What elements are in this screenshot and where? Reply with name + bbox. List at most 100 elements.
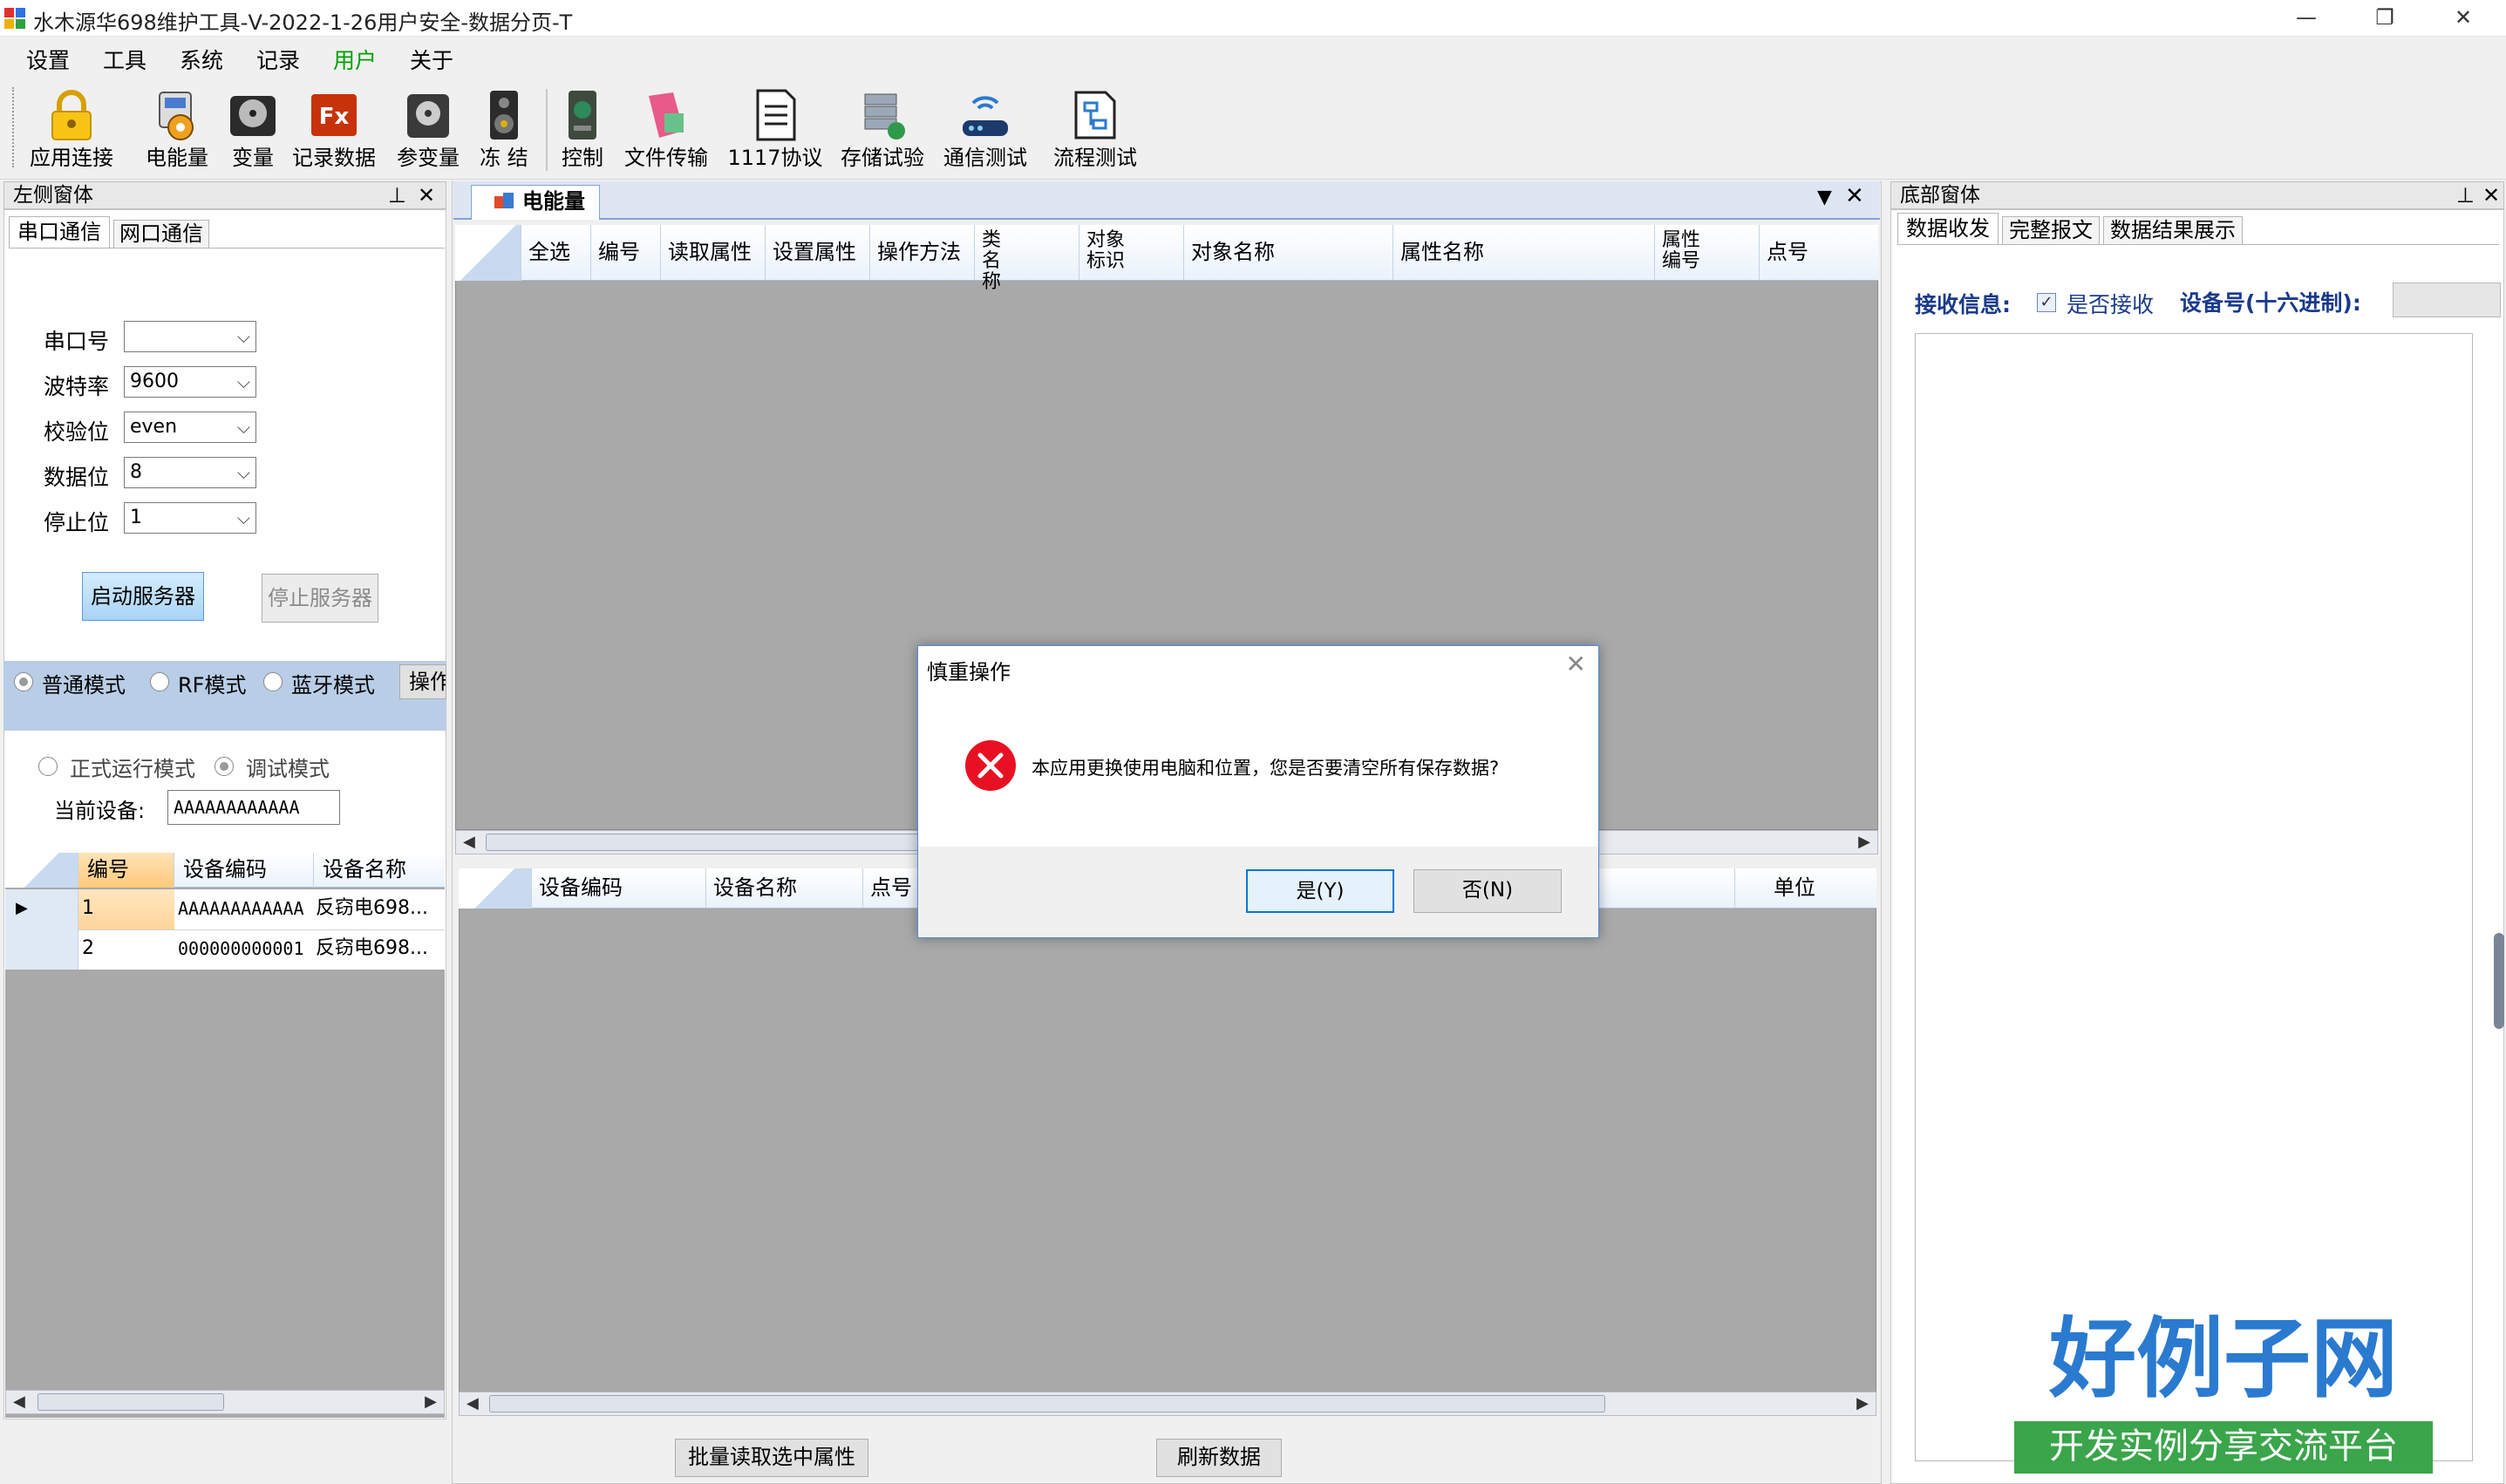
tab-result-display[interactable]: 数据结果展示 — [2103, 216, 2243, 244]
scroll-right-icon[interactable]: ▶ — [425, 1391, 437, 1413]
toolbar-record-data[interactable]: Fx 记录数据 — [288, 84, 380, 176]
normal-mode-label: 普通模式 — [42, 673, 126, 698]
radio-production-mode[interactable] — [38, 757, 58, 776]
tab-dropdown-icon[interactable]: ▼ — [1817, 187, 1832, 208]
col-device-code[interactable]: 设备编码 — [532, 868, 706, 908]
col-point-no[interactable]: 点号 — [1760, 225, 1878, 280]
col-object-id[interactable]: 对象标识 — [1079, 225, 1184, 280]
toolbar-param-variable[interactable]: 参变量 — [389, 84, 467, 176]
operate-button[interactable]: 操作 — [399, 664, 446, 699]
batch-read-button[interactable]: 批量读取选中属性 — [675, 1439, 868, 1477]
toolbar-freeze[interactable]: 冻 结 — [471, 84, 537, 176]
scroll-left-icon[interactable]: ◀ — [463, 831, 475, 854]
current-device-input[interactable]: AAAAAAAAAAAA — [167, 790, 340, 825]
toolbar-label: 通信测试 — [943, 146, 1027, 170]
col-set-attr[interactable]: 设置属性 — [766, 225, 870, 280]
toolbar-label: 参变量 — [397, 146, 460, 170]
receive-checkbox[interactable]: ✓ — [2037, 293, 2056, 312]
point-grid-hscrollbar[interactable]: ◀ ▶ — [459, 1392, 1876, 1416]
pin-icon[interactable]: ⊥ — [2456, 182, 2475, 208]
scroll-thumb[interactable] — [37, 1393, 224, 1411]
col-attr-no[interactable]: 属性编号 — [1655, 225, 1760, 280]
menu-system[interactable]: 系统 — [180, 44, 223, 75]
col-unit[interactable]: 单位 — [1767, 868, 1876, 908]
scroll-left-icon[interactable]: ◀ — [466, 1392, 479, 1415]
restore-icon[interactable]: ❐ — [2354, 0, 2415, 37]
tab-energy[interactable]: 电能量 — [471, 185, 600, 220]
radio-debug-mode[interactable] — [215, 757, 234, 776]
menu-records[interactable]: 记录 — [256, 44, 300, 75]
scroll-right-icon[interactable]: ▶ — [1858, 831, 1870, 854]
fx-icon: Fx — [311, 94, 357, 136]
close-icon[interactable]: ✕ — [2482, 182, 2500, 208]
menu-settings[interactable]: 设置 — [26, 44, 70, 75]
title-bar: 水木源华698维护工具-V-2022-1-26用户安全-数据分页-T — ❐ ✕ — [0, 0, 2506, 37]
toolbar-control[interactable]: 控制 — [549, 84, 616, 176]
menu-user[interactable]: 用户 — [333, 44, 377, 75]
col-attr-name[interactable]: 属性名称 — [1393, 225, 1655, 280]
toolbar-energy[interactable]: 电能量 — [138, 84, 216, 176]
device-hex-label: 设备号(十六进制): — [2180, 290, 2361, 316]
scroll-thumb[interactable] — [489, 1395, 1605, 1413]
toolbar-app-connect[interactable]: 应用连接 — [23, 84, 120, 176]
refresh-button[interactable]: 刷新数据 — [1156, 1439, 1282, 1477]
speaker-icon — [490, 91, 518, 140]
document-tab-strip — [453, 181, 1880, 220]
baud-rate-select[interactable]: 9600 ⌵ — [124, 366, 256, 398]
tab-full-message[interactable]: 完整报文 — [2002, 216, 2100, 244]
col-device-name[interactable]: 设备名称 — [706, 868, 863, 908]
col-object-name[interactable]: 对象名称 — [1184, 225, 1393, 280]
col-select-all[interactable]: 全选 — [521, 225, 591, 280]
tab-data-io[interactable]: 数据收发 — [1897, 213, 1999, 244]
cell-id: 2 — [82, 937, 94, 959]
receive-textarea[interactable] — [1915, 333, 2473, 1461]
close-icon[interactable]: ✕ — [1845, 183, 1864, 209]
tab-serial[interactable]: 串口通信 — [9, 216, 110, 248]
col-id[interactable]: 编号 — [591, 225, 661, 280]
yes-button[interactable]: 是(Y) — [1246, 869, 1394, 913]
radio-bluetooth-mode[interactable] — [263, 672, 283, 691]
parity-select[interactable]: even ⌵ — [124, 412, 256, 443]
col-header-device-name[interactable]: 设备名称 — [314, 853, 445, 888]
scroll-left-icon[interactable]: ◀ — [13, 1391, 25, 1413]
stop-bits-select[interactable]: 1 ⌵ — [124, 502, 256, 534]
stop-server-button[interactable]: 停止服务器 — [262, 574, 378, 623]
splitter-handle[interactable] — [2494, 933, 2504, 1029]
radio-normal-mode[interactable] — [14, 672, 33, 691]
toolbar-protocol-1117[interactable]: 1117协议 — [722, 84, 828, 176]
serial-port-select[interactable]: ⌵ — [124, 321, 256, 352]
toolbar-storage-test[interactable]: 存储试验 — [835, 84, 930, 176]
toolbar-file-transfer[interactable]: 文件传输 — [617, 84, 715, 176]
pin-icon[interactable]: ⊥ — [388, 182, 406, 208]
col-class-name[interactable]: 类名称 — [975, 225, 1079, 293]
tab-network[interactable]: 网口通信 — [113, 220, 209, 248]
select-all-corner[interactable] — [455, 225, 521, 281]
col-header-device-code[interactable]: 设备编码 — [174, 853, 314, 888]
radio-rf-mode[interactable] — [150, 672, 169, 691]
data-bits-label: 数据位 — [44, 465, 110, 490]
col-read-attr[interactable]: 读取属性 — [661, 225, 766, 280]
data-bits-select[interactable]: 8 ⌵ — [124, 457, 256, 488]
col-method[interactable]: 操作方法 — [870, 225, 975, 280]
left-grid-hscrollbar[interactable]: ◀ ▶ — [5, 1390, 445, 1414]
close-icon[interactable]: ✕ — [2433, 0, 2494, 37]
select-all-corner[interactable] — [5, 853, 78, 888]
scroll-right-icon[interactable]: ▶ — [1856, 1392, 1869, 1415]
close-icon[interactable]: ✕ — [1566, 650, 1586, 678]
start-server-button[interactable]: 启动服务器 — [82, 572, 204, 621]
col-header-id[interactable]: 编号 — [78, 853, 174, 888]
no-button[interactable]: 否(N) — [1413, 869, 1562, 913]
toolbar-flow-test[interactable]: 流程测试 — [1046, 84, 1144, 176]
close-icon[interactable]: ✕ — [418, 182, 435, 208]
menu-tools[interactable]: 工具 — [103, 44, 146, 75]
device-hex-input[interactable] — [2393, 283, 2501, 317]
serial-port-label: 串口号 — [44, 329, 110, 354]
minimize-icon[interactable]: — — [2276, 0, 2337, 37]
toolbar-variable[interactable]: 变量 — [220, 84, 286, 176]
watermark-logo: 好例子网 开发实例分享交流平台 — [2014, 1308, 2433, 1482]
chevron-down-icon: ⌵ — [236, 507, 250, 528]
select-all-corner[interactable] — [459, 868, 532, 909]
toolbar-comm-test[interactable]: 通信测试 — [936, 84, 1034, 176]
toolbar-grip[interactable] — [12, 87, 16, 167]
menu-about[interactable]: 关于 — [410, 44, 453, 75]
